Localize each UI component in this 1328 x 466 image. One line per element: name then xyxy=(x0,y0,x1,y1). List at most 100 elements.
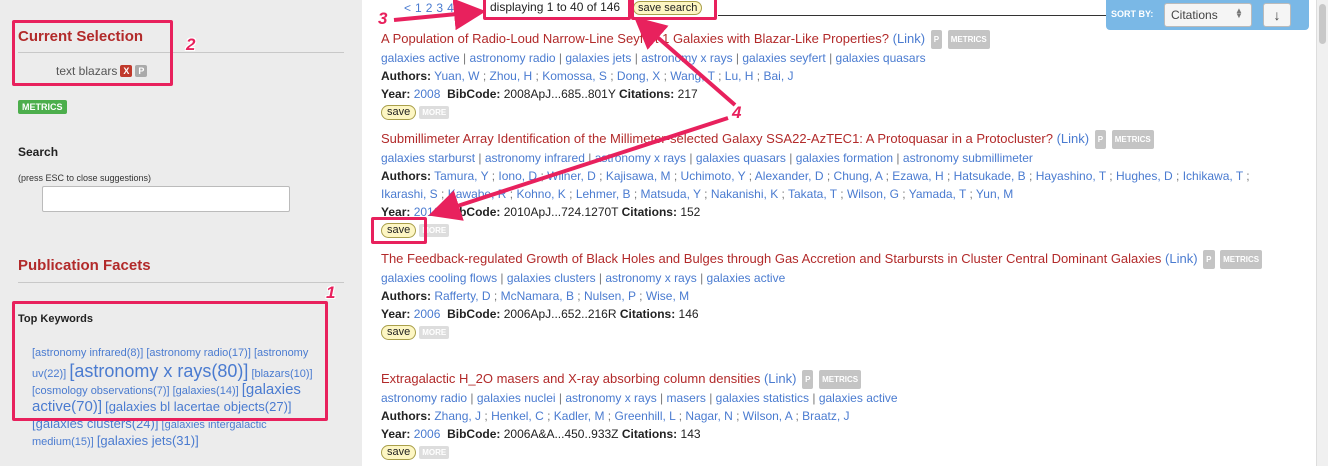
author-link[interactable]: Zhou, H xyxy=(490,69,533,83)
page-link[interactable]: 2 xyxy=(426,1,433,15)
record-keyword-link[interactable]: galaxies jets xyxy=(565,51,631,65)
author-link[interactable]: Rafferty, D xyxy=(434,289,490,303)
author-link[interactable]: Uchimoto, Y xyxy=(681,169,746,183)
record-keyword-link[interactable]: galaxies active xyxy=(707,271,786,285)
author-link[interactable]: Lehmer, B xyxy=(576,187,631,201)
keyword-facet-link[interactable]: [blazars(10)] xyxy=(251,368,312,380)
author-link[interactable]: Wilner, D xyxy=(547,169,596,183)
record-keyword-link[interactable]: galaxies statistics xyxy=(716,391,809,405)
author-link[interactable]: Nulsen, P xyxy=(584,289,636,303)
record-keyword-link[interactable]: galaxies quasars xyxy=(696,151,786,165)
author-link[interactable]: Wise, M xyxy=(646,289,689,303)
p-badge[interactable]: P xyxy=(135,65,148,77)
author-link[interactable]: Matsuda, Y xyxy=(641,187,701,201)
record-title-link[interactable]: The Feedback-regulated Growth of Black H… xyxy=(381,251,1161,266)
author-link[interactable]: Chung, A xyxy=(834,169,883,183)
record-keyword-link[interactable]: astronomy submillimeter xyxy=(903,151,1033,165)
record-keyword-link[interactable]: galaxies nuclei xyxy=(477,391,556,405)
p-badge[interactable]: P xyxy=(1094,130,1107,150)
record-keyword-link[interactable]: astronomy radio xyxy=(470,51,556,65)
year-link[interactable]: 2006 xyxy=(414,307,441,321)
record-title-link[interactable]: Submillimeter Array Identification of th… xyxy=(381,131,1053,146)
scrollbar[interactable] xyxy=(1316,0,1328,466)
author-link[interactable]: Henkel, C xyxy=(491,409,544,423)
author-link[interactable]: Nagar, N xyxy=(685,409,732,423)
year-link[interactable]: 2006 xyxy=(414,427,441,441)
record-link[interactable]: (Link) xyxy=(1057,131,1090,146)
save-record-button[interactable]: save xyxy=(381,445,417,461)
author-link[interactable]: Alexander, D xyxy=(755,169,824,183)
author-link[interactable]: Hayashino, T xyxy=(1036,169,1106,183)
author-link[interactable]: Bai, J xyxy=(763,69,793,83)
author-link[interactable]: Dong, X xyxy=(617,69,660,83)
page-link[interactable]: 1 xyxy=(415,1,422,15)
author-link[interactable]: Yun, M xyxy=(976,187,1013,201)
search-input[interactable] xyxy=(42,186,290,212)
record-keyword-link[interactable]: galaxies active xyxy=(819,391,898,405)
save-record-button[interactable]: save xyxy=(381,325,417,341)
remove-selection-button[interactable]: X xyxy=(120,65,133,77)
record-link[interactable]: (Link) xyxy=(764,371,797,386)
author-link[interactable]: Kohno, K xyxy=(516,187,565,201)
author-link[interactable]: Greenhill, L xyxy=(614,409,675,423)
record-title-link[interactable]: Extragalactic H_2O masers and X-ray abso… xyxy=(381,371,760,386)
scrollbar-thumb[interactable] xyxy=(1319,4,1326,44)
save-record-button[interactable]: save xyxy=(381,223,417,239)
keyword-facet-link[interactable]: [cosmology observations(7)] xyxy=(32,385,170,397)
author-link[interactable]: Ichikawa, T xyxy=(1183,169,1243,183)
author-link[interactable]: Ikarashi, S xyxy=(381,187,438,201)
metrics-button[interactable]: METRICS xyxy=(819,370,862,390)
author-link[interactable]: Wilson, G xyxy=(847,187,899,201)
author-link[interactable]: Iono, D xyxy=(498,169,537,183)
next-page-link[interactable]: > xyxy=(458,1,465,15)
keyword-facet-link[interactable]: [galaxies clusters(24)] xyxy=(32,416,158,431)
year-link[interactable]: 2010 xyxy=(414,205,441,219)
more-button[interactable]: MORE xyxy=(419,106,450,120)
keyword-facet-link[interactable]: [astronomy infrared(8)] xyxy=(32,347,143,359)
p-badge[interactable]: P xyxy=(802,370,814,390)
record-keyword-link[interactable]: galaxies clusters xyxy=(507,271,596,285)
record-keyword-link[interactable]: galaxies quasars xyxy=(836,51,926,65)
author-link[interactable]: Kawabe, R xyxy=(448,187,507,201)
author-link[interactable]: Ezawa, H xyxy=(892,169,943,183)
author-link[interactable]: Yamada, T xyxy=(909,187,966,201)
keyword-facet-link[interactable]: [galaxies bl lacertae objects(27)] xyxy=(105,399,291,414)
save-search-button[interactable]: save search xyxy=(633,1,703,15)
keyword-facet-link[interactable]: [galaxies jets(31)] xyxy=(97,433,199,448)
author-link[interactable]: Komossa, S xyxy=(542,69,607,83)
record-title-link[interactable]: A Population of Radio-Loud Narrow-Line S… xyxy=(381,31,889,46)
metrics-button[interactable]: METRICS xyxy=(1111,130,1154,150)
more-button[interactable]: MORE xyxy=(419,326,450,340)
more-button[interactable]: MORE xyxy=(419,446,450,460)
record-link[interactable]: (Link) xyxy=(1165,251,1198,266)
year-link[interactable]: 2008 xyxy=(414,87,441,101)
author-link[interactable]: Lu, H xyxy=(725,69,754,83)
author-link[interactable]: Braatz, J xyxy=(802,409,849,423)
author-link[interactable]: Hughes, D xyxy=(1116,169,1173,183)
metrics-button[interactable]: METRICS xyxy=(947,30,990,50)
author-link[interactable]: Wang, T xyxy=(670,69,714,83)
record-keyword-link[interactable]: galaxies cooling flows xyxy=(381,271,497,285)
author-link[interactable]: Wilson, A xyxy=(743,409,792,423)
record-keyword-link[interactable]: astronomy x rays xyxy=(565,391,656,405)
page-link[interactable]: 3 xyxy=(436,1,443,15)
author-link[interactable]: Tamura, Y xyxy=(434,169,488,183)
record-keyword-link[interactable]: astronomy radio xyxy=(381,391,467,405)
author-link[interactable]: Nakanishi, K xyxy=(711,187,778,201)
author-link[interactable]: Kajisawa, M xyxy=(606,169,671,183)
record-keyword-link[interactable]: masers xyxy=(667,391,706,405)
keyword-facet-link[interactable]: [astronomy x rays(80)] xyxy=(69,361,248,381)
author-link[interactable]: Zhang, J xyxy=(434,409,481,423)
metrics-button[interactable]: METRICS xyxy=(1220,250,1263,270)
record-keyword-link[interactable]: astronomy x rays xyxy=(605,271,696,285)
prev-page-link[interactable]: < xyxy=(404,1,411,15)
author-link[interactable]: Kadler, M xyxy=(554,409,605,423)
author-link[interactable]: Yuan, W xyxy=(434,69,479,83)
page-link[interactable]: 4 xyxy=(447,1,454,15)
author-link[interactable]: Hatsukade, B xyxy=(954,169,1026,183)
more-button[interactable]: MORE xyxy=(419,224,450,238)
keyword-facet-link[interactable]: [astronomy radio(17)] xyxy=(146,347,251,359)
author-link[interactable]: Takata, T xyxy=(788,187,837,201)
record-keyword-link[interactable]: astronomy x rays xyxy=(595,151,686,165)
record-keyword-link[interactable]: galaxies formation xyxy=(796,151,893,165)
